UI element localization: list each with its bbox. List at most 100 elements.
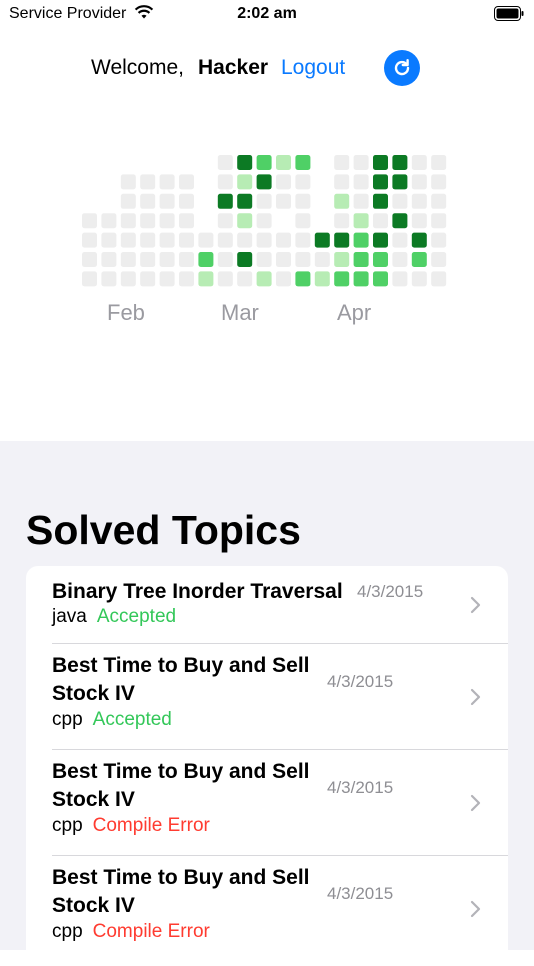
heatmap-cell [276, 193, 291, 209]
activity-heatmap: Feb Mar Apr [0, 100, 534, 340]
problem-title: Best Time to Buy and Sell Stock IV [52, 760, 310, 811]
heatmap-cell [353, 252, 369, 267]
heatmap-cell [140, 174, 156, 190]
heatmap-cell [237, 252, 253, 267]
heatmap-cell [295, 193, 311, 209]
heatmap-cell [334, 232, 350, 248]
heatmap-cell [237, 213, 253, 229]
heatmap-cell [179, 174, 194, 190]
heatmap-cell [411, 193, 427, 209]
heatmap-cell [179, 232, 194, 248]
heatmap-cell [431, 232, 447, 248]
heatmap-cell [120, 252, 136, 267]
heatmap-cell [411, 155, 427, 170]
heatmap-cell [392, 252, 408, 267]
heatmap-cell [179, 193, 194, 209]
heatmap-cell [295, 271, 311, 287]
heatmap-cell [101, 252, 117, 267]
refresh-button[interactable] [384, 50, 420, 86]
refresh-icon [394, 59, 410, 76]
heatmap-cell [295, 174, 311, 190]
heatmap-cell [256, 174, 272, 190]
heatmap-cell [392, 213, 408, 229]
heatmap-cell [411, 213, 427, 229]
list-item[interactable]: Best Time to Buy and Sell Stock IV cpp Co… [26, 750, 508, 855]
heatmap-cell [217, 271, 233, 287]
heatmap-cell [256, 271, 272, 287]
problem-title: Best Time to Buy and Sell Stock IV [52, 654, 310, 705]
heatmap-cell [411, 252, 427, 267]
heatmap-cell [431, 155, 447, 170]
heatmap-cell [237, 271, 253, 287]
heatmap-cell [314, 232, 330, 248]
heatmap-cell [392, 193, 408, 209]
heatmap-cell [198, 232, 214, 248]
heatmap-cell [140, 271, 156, 287]
heatmap-cell [353, 193, 369, 209]
submission-info: cpp Compile Error [52, 815, 210, 837]
month-label-mar: Mar [221, 300, 259, 325]
heatmap-cell [373, 232, 388, 248]
heatmap-cell [120, 271, 136, 287]
status-bar: Service Provider 2:02 am [0, 0, 534, 30]
date-label: 4/3/2015 [327, 672, 394, 691]
heatmap-cell [411, 174, 427, 190]
heatmap-cell [256, 252, 272, 267]
date-label: 4/3/2015 [327, 884, 394, 903]
heatmap-cell [392, 155, 408, 170]
heatmap-cell [431, 193, 447, 209]
heatmap-cell [82, 213, 97, 229]
heatmap-cell [431, 174, 447, 190]
submission-info: java Accepted [52, 606, 176, 628]
heatmap-cell [159, 252, 175, 267]
heatmap-cell [295, 252, 311, 267]
heatmap-cell [295, 155, 311, 170]
language-label: cpp [52, 709, 83, 730]
problem-title: Best Time to Buy and Sell Stock IV [52, 866, 310, 917]
heatmap-cell [159, 271, 175, 287]
heatmap-cell [334, 252, 350, 267]
heatmap-cell [295, 213, 311, 229]
heatmap-cell [256, 232, 272, 248]
language-label: cpp [52, 815, 83, 836]
heatmap-cell [353, 213, 369, 229]
heatmap-cell [276, 155, 291, 170]
heatmap-cell [431, 213, 447, 229]
heatmap-cell [237, 174, 253, 190]
heatmap-cell [276, 232, 291, 248]
language-label: cpp [52, 921, 83, 942]
heatmap-cell [159, 232, 175, 248]
heatmap-cell [82, 252, 97, 267]
chevron-right-icon [470, 596, 481, 614]
date-label: 4/3/2015 [327, 778, 394, 797]
heatmap-cell [217, 213, 233, 229]
username: Hacker [198, 56, 269, 79]
heatmap-cell [101, 232, 117, 248]
heatmap-cell [237, 193, 253, 209]
heatmap-cell [179, 271, 194, 287]
heatmap-cell [276, 252, 291, 267]
heatmap-cell [334, 155, 350, 170]
heatmap-cell [373, 213, 388, 229]
list-item[interactable]: Binary Tree Inorder Traversal java Accept… [26, 566, 508, 643]
heatmap-cell [82, 232, 97, 248]
language-label: java [52, 606, 87, 627]
list-item[interactable]: Best Time to Buy and Sell Stock IV cpp Ac… [26, 644, 508, 749]
heatmap-cell [120, 232, 136, 248]
chevron-right-icon [470, 688, 481, 706]
logout-button[interactable]: Logout [281, 56, 345, 80]
heatmap-cell [217, 232, 233, 248]
submission-info: cpp Compile Error [52, 921, 210, 943]
heatmap-cell [334, 193, 350, 209]
heatmap-cell [353, 232, 369, 248]
chevron-right-icon [470, 900, 481, 918]
heatmap-cell [120, 193, 136, 209]
heatmap-cell [373, 174, 388, 190]
heatmap-cell [392, 232, 408, 248]
problem-title: Binary Tree Inorder Traversal [52, 580, 343, 603]
heatmap-cell [256, 155, 272, 170]
heatmap-cell [217, 252, 233, 267]
heatmap-cell [120, 174, 136, 190]
heatmap-cell [373, 252, 388, 267]
heatmap-cell [373, 155, 388, 170]
